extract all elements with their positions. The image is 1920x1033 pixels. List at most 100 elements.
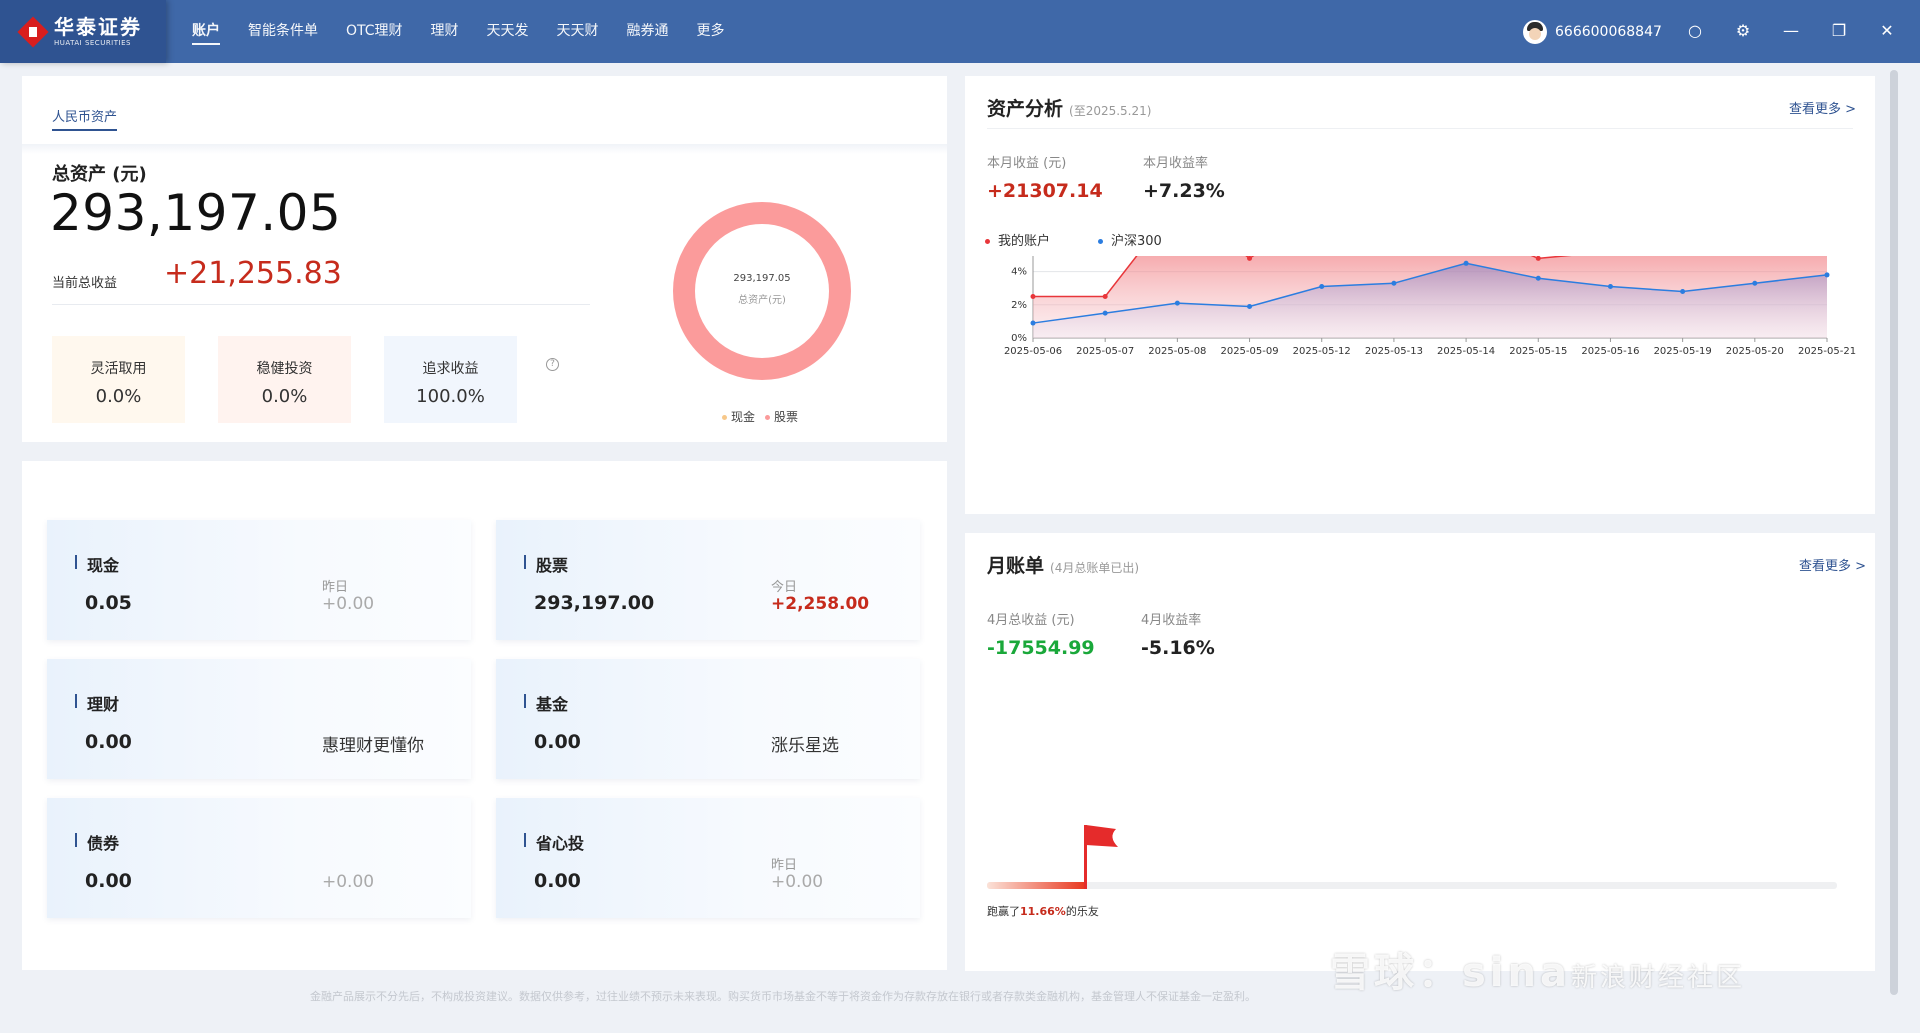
main-nav: 账户 智能条件单 OTC理财 理财 天天发 天天财 融券通 更多: [178, 0, 739, 63]
legend-item-my-account: 我的账户: [985, 230, 1050, 249]
series-point-1-0: [1030, 320, 1036, 326]
bucket-flexible[interactable]: 灵活取用 0.0%: [52, 336, 185, 423]
watermark-brand: 雪球：: [1330, 950, 1462, 996]
analysis-as-of: (至2025.5.21): [1069, 104, 1152, 118]
card-title: 股票: [524, 552, 568, 576]
series-point-1-10: [1752, 280, 1758, 286]
bill-title: 月账单 (4月总账单已出): [987, 551, 1139, 578]
avatar: [1523, 19, 1547, 44]
nav-more[interactable]: 更多: [697, 0, 725, 63]
month-rate-value: +7.23%: [1143, 180, 1225, 202]
nav-tiantianfa[interactable]: 天天发: [487, 0, 529, 63]
bucket-label: 追求收益: [422, 361, 479, 377]
watermark-community: 新浪财经社区: [1571, 963, 1746, 993]
bucket-stable[interactable]: 稳健投资 0.0%: [218, 336, 351, 423]
card-sub-value: +0.00: [322, 594, 375, 614]
x-tick-label: 2025-05-16: [1581, 346, 1639, 357]
series-point-1-4: [1319, 284, 1325, 290]
series-point-0-3: [1247, 256, 1253, 261]
card-title: 现金: [75, 552, 119, 576]
restore-button[interactable]: ❐: [1829, 21, 1849, 41]
tab-rmb-assets[interactable]: 人民币资产: [52, 106, 118, 131]
nav-wealth[interactable]: 理财: [431, 0, 459, 63]
card-sub-value: +2,258.00: [771, 594, 870, 614]
bill-note: (4月总账单已出): [1050, 561, 1140, 575]
bucket-value: 0.0%: [95, 386, 142, 407]
chart-legend: 我的账户 沪深300: [985, 230, 1210, 249]
x-tick-label: 2025-05-09: [1220, 346, 1278, 357]
card-bond[interactable]: 债券 0.00 +0.00: [47, 798, 471, 918]
x-tick-label: 2025-05-08: [1148, 346, 1206, 357]
beat-progress-track: [987, 882, 1837, 889]
user-account[interactable]: 666600068847: [1523, 0, 1662, 63]
x-tick-label: 2025-05-12: [1293, 346, 1351, 357]
legend-item-cash: 现金: [722, 408, 755, 425]
card-easy-invest[interactable]: 省心投 0.00 昨日 +0.00: [496, 798, 920, 918]
y-tick-label: 0%: [1011, 333, 1027, 344]
total-profit-value: +21,255.83: [164, 256, 342, 291]
brand-name: 华泰证券: [54, 14, 142, 39]
donut-center-label: 总资产(元): [738, 295, 786, 306]
april-profit-value: -17554.99: [987, 637, 1095, 659]
nav-smart-order[interactable]: 智能条件单: [248, 0, 318, 63]
minimize-button[interactable]: —: [1781, 21, 1801, 41]
scrollbar[interactable]: [1890, 70, 1898, 995]
divider: [987, 128, 1853, 129]
settings-icon[interactable]: ⚙: [1733, 21, 1753, 41]
beat-text: 跑赢了11.66%的乐友: [987, 903, 1099, 919]
watermark-site: sina: [1462, 950, 1571, 996]
nav-otc[interactable]: OTC理财: [346, 0, 403, 63]
chat-icon[interactable]: ○: [1685, 21, 1705, 41]
legend-dot: [985, 239, 990, 244]
legend-label: 现金: [731, 410, 756, 424]
asset-donut-chart: 293,197.05 总资产(元): [662, 191, 862, 391]
card-slogan: 涨乐星选: [771, 736, 839, 756]
y-tick-label: 4%: [1011, 267, 1027, 278]
y-tick-label: 2%: [1011, 300, 1027, 311]
nav-tiantiancai[interactable]: 天天财: [557, 0, 599, 63]
bill-title-text: 月账单: [987, 555, 1045, 577]
flag-banner-icon: [1086, 825, 1118, 847]
card-title: 理财: [75, 691, 119, 715]
nav-account[interactable]: 账户: [192, 0, 220, 63]
series-point-1-7: [1535, 275, 1541, 281]
analysis-title-text: 资产分析: [987, 98, 1064, 120]
return-chart: 0%2%4%6%8%10%2025-05-062025-05-072025-05…: [1004, 256, 1856, 357]
month-rate-label: 本月收益率: [1143, 156, 1209, 171]
donut-legend: 现金 股票: [722, 408, 808, 425]
series-point-0-1: [1102, 294, 1108, 299]
total-assets-label: 总资产 (元): [52, 164, 147, 185]
account-number: 666600068847: [1555, 23, 1662, 40]
bucket-growth[interactable]: 追求收益 100.0%: [384, 336, 517, 423]
help-icon[interactable]: ?: [546, 358, 559, 371]
card-title: 基金: [524, 691, 568, 715]
close-button[interactable]: ✕: [1877, 21, 1897, 41]
section-divider: [22, 144, 947, 154]
card-sub-label: 昨日: [322, 580, 349, 595]
categories-panel: 现金 0.05 昨日 +0.00 股票 293,197.00 今日 +2,258…: [22, 461, 947, 970]
card-wealth[interactable]: 理财 0.00 惠理财更懂你: [47, 659, 471, 779]
series-point-1-9: [1680, 289, 1686, 295]
brand-logo[interactable]: 华泰证券 HUATAI SECURITIES: [0, 0, 166, 63]
x-tick-label: 2025-05-06: [1004, 346, 1062, 357]
card-sub-label: 昨日: [771, 858, 798, 873]
beat-prefix: 跑赢了: [987, 905, 1020, 918]
series-point-1-1: [1102, 310, 1108, 316]
nav-rongquan[interactable]: 融券通: [627, 0, 669, 63]
month-profit-label: 本月收益 (元): [987, 156, 1067, 171]
legend-dot: [1098, 239, 1104, 244]
monthly-bill-panel: 月账单 (4月总账单已出) 查看更多 > 4月总收益 (元) -17554.99 …: [965, 533, 1875, 971]
donut-center-value: 293,197.05: [733, 273, 791, 284]
card-cash[interactable]: 现金 0.05 昨日 +0.00: [47, 520, 471, 640]
card-amount: 0.05: [85, 592, 132, 614]
card-stock[interactable]: 股票 293,197.00 今日 +2,258.00: [496, 520, 920, 640]
bucket-label: 灵活取用: [90, 361, 147, 377]
x-tick-label: 2025-05-15: [1509, 346, 1567, 357]
x-tick-label: 2025-05-07: [1076, 346, 1134, 357]
card-sub-value: +0.00: [771, 872, 824, 892]
card-fund[interactable]: 基金 0.00 涨乐星选: [496, 659, 920, 779]
legend-label: 沪深300: [1111, 234, 1162, 249]
series-point-1-11: [1824, 272, 1830, 278]
analysis-more-link[interactable]: 查看更多 >: [1789, 98, 1856, 117]
bill-more-link[interactable]: 查看更多 >: [1799, 555, 1866, 574]
